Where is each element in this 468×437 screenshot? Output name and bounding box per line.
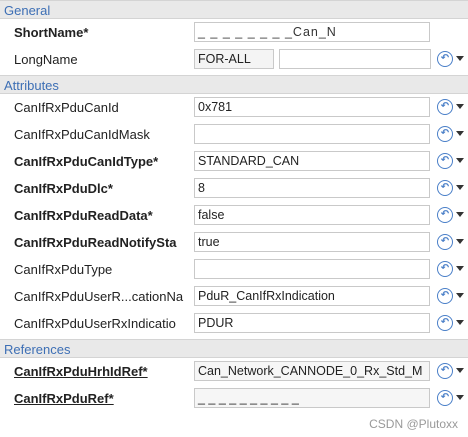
dropdown-arrow-icon[interactable] bbox=[456, 158, 464, 163]
attribute-label: CanIfRxPduReadData* bbox=[14, 208, 153, 223]
reset-icon[interactable]: ↶ bbox=[437, 153, 453, 169]
reset-icon[interactable]: ↶ bbox=[437, 99, 453, 115]
dropdown-arrow-icon[interactable] bbox=[456, 368, 464, 373]
section-header-general: General bbox=[0, 0, 468, 19]
attribute-input[interactable]: PDUR bbox=[194, 313, 430, 333]
reference-label: CanIfRxPduRef* bbox=[14, 391, 114, 406]
reference-row: CanIfRxPduRef* _ _ _ _ _ _ _ _ _ _ ↶ bbox=[0, 385, 468, 412]
reference-label: CanIfRxPduHrhIdRef* bbox=[14, 364, 148, 379]
attribute-label: CanIfRxPduUserR...cationNa bbox=[14, 289, 184, 304]
attribute-label: CanIfRxPduCanIdType* bbox=[14, 154, 159, 169]
dropdown-arrow-icon[interactable] bbox=[456, 239, 464, 244]
attribute-input[interactable]: STANDARD_CAN bbox=[194, 151, 430, 171]
attribute-input[interactable] bbox=[194, 259, 430, 279]
reference-row: CanIfRxPduHrhIdRef* Can_Network_CANNODE_0… bbox=[0, 358, 468, 385]
attribute-row: CanIfRxPduReadNotifySta true ↶ bbox=[0, 229, 468, 256]
longname-input[interactable] bbox=[279, 49, 431, 69]
attribute-label: CanIfRxPduType bbox=[14, 262, 113, 277]
reset-icon[interactable]: ↶ bbox=[437, 288, 453, 304]
attribute-input[interactable]: 0x781 bbox=[194, 97, 430, 117]
attribute-label: CanIfRxPduReadNotifySta bbox=[14, 235, 177, 250]
reference-input[interactable]: Can_Network_CANNODE_0_Rx_Std_M bbox=[194, 361, 430, 381]
attribute-row: CanIfRxPduUserR...cationNa PduR_CanIfRxIn… bbox=[0, 283, 468, 310]
shortname-input[interactable]: _ _ _ _ _ _ _ _Can_N bbox=[194, 22, 430, 42]
attribute-input[interactable]: false bbox=[194, 205, 430, 225]
dropdown-arrow-icon[interactable] bbox=[456, 293, 464, 298]
attribute-row: CanIfRxPduCanIdMask ↶ bbox=[0, 121, 468, 148]
attribute-row: CanIfRxPduCanId 0x781 ↶ bbox=[0, 94, 468, 121]
dropdown-arrow-icon[interactable] bbox=[456, 212, 464, 217]
attribute-label: CanIfRxPduCanId bbox=[14, 100, 119, 115]
reset-icon[interactable]: ↶ bbox=[437, 315, 453, 331]
attribute-row: CanIfRxPduCanIdType* STANDARD_CAN ↶ bbox=[0, 148, 468, 175]
attribute-input[interactable]: true bbox=[194, 232, 430, 252]
longname-language-select[interactable]: FOR-ALL bbox=[194, 49, 274, 69]
attribute-input[interactable] bbox=[194, 124, 430, 144]
watermark: CSDN @Plutoxx bbox=[369, 417, 458, 431]
row-shortname: ShortName* _ _ _ _ _ _ _ _Can_N bbox=[0, 19, 468, 46]
reset-icon[interactable]: ↶ bbox=[437, 261, 453, 277]
reset-icon[interactable]: ↶ bbox=[437, 207, 453, 223]
longname-label: LongName bbox=[14, 52, 78, 67]
attribute-label: CanIfRxPduUserRxIndicatio bbox=[14, 316, 176, 331]
section-header-attributes: Attributes bbox=[0, 75, 468, 94]
attribute-row: CanIfRxPduType ↶ bbox=[0, 256, 468, 283]
shortname-label: ShortName* bbox=[14, 25, 89, 40]
dropdown-arrow-icon[interactable] bbox=[456, 104, 464, 109]
section-header-references: References bbox=[0, 339, 468, 358]
attribute-label: CanIfRxPduCanIdMask bbox=[14, 127, 150, 142]
reset-icon[interactable]: ↶ bbox=[437, 363, 453, 379]
row-longname: LongName FOR-ALL ↶ bbox=[0, 46, 468, 73]
dropdown-arrow-icon[interactable] bbox=[456, 185, 464, 190]
attribute-input[interactable]: 8 bbox=[194, 178, 430, 198]
reset-icon[interactable]: ↶ bbox=[437, 180, 453, 196]
dropdown-arrow-icon[interactable] bbox=[456, 395, 464, 400]
attribute-label: CanIfRxPduDlc* bbox=[14, 181, 113, 196]
attribute-row: CanIfRxPduReadData* false ↶ bbox=[0, 202, 468, 229]
dropdown-arrow-icon[interactable] bbox=[456, 266, 464, 271]
reset-icon[interactable]: ↶ bbox=[437, 390, 453, 406]
reset-icon[interactable]: ↶ bbox=[437, 126, 453, 142]
attribute-input[interactable]: PduR_CanIfRxIndication bbox=[194, 286, 430, 306]
dropdown-arrow-icon[interactable] bbox=[456, 320, 464, 325]
reference-input[interactable]: _ _ _ _ _ _ _ _ _ _ bbox=[194, 388, 430, 408]
dropdown-arrow-icon[interactable] bbox=[456, 131, 464, 136]
dropdown-arrow-icon[interactable] bbox=[456, 56, 464, 61]
reset-icon[interactable]: ↶ bbox=[437, 51, 453, 67]
attribute-row: CanIfRxPduDlc* 8 ↶ bbox=[0, 175, 468, 202]
reset-icon[interactable]: ↶ bbox=[437, 234, 453, 250]
attribute-row: CanIfRxPduUserRxIndicatio PDUR ↶ bbox=[0, 310, 468, 337]
